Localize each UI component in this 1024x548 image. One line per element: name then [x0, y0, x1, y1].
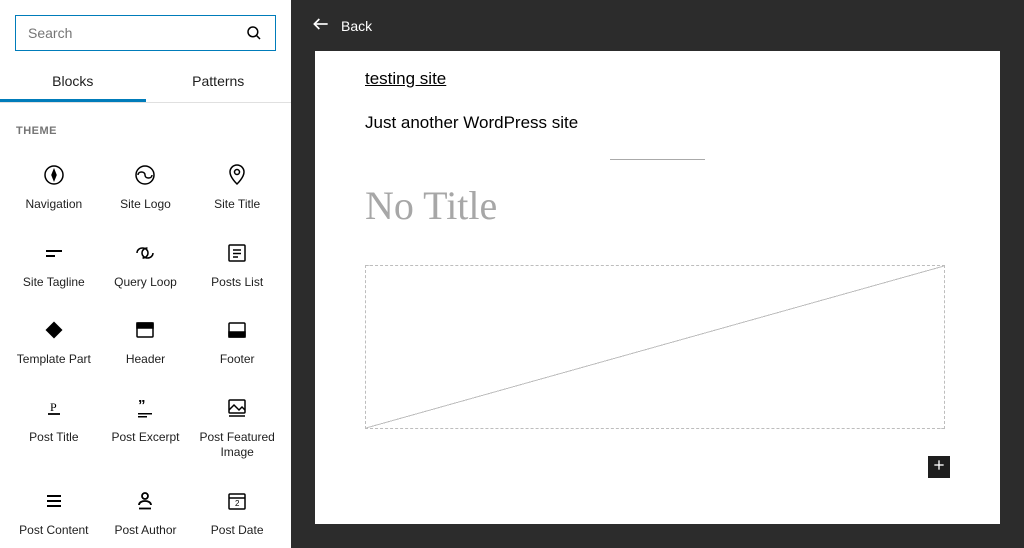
- featured-image-icon: [225, 396, 249, 420]
- block-label: Post Content: [19, 523, 88, 539]
- post-title-icon: P: [42, 396, 66, 420]
- block-label: Header: [126, 352, 165, 368]
- block-inserter-sidebar: Blocks Patterns THEME Navigation Site Log…: [0, 0, 291, 548]
- template-part-icon: [42, 318, 66, 342]
- add-block-button[interactable]: [928, 456, 950, 478]
- site-title-link[interactable]: testing site: [365, 69, 950, 89]
- posts-list-icon: [225, 241, 249, 265]
- block-item-site-title[interactable]: Site Title: [191, 149, 283, 227]
- canvas-wrapper: testing site Just another WordPress site…: [291, 51, 1024, 548]
- block-item-post-date[interactable]: 2 Post Date: [191, 475, 283, 548]
- block-item-template-part[interactable]: Template Part: [8, 304, 100, 382]
- svg-text:P: P: [50, 400, 57, 414]
- block-label: Navigation: [25, 197, 82, 213]
- back-button[interactable]: Back: [311, 14, 372, 37]
- block-label: Post Author: [114, 523, 176, 539]
- block-item-posts-list[interactable]: Posts List: [191, 227, 283, 305]
- block-label: Post Excerpt: [111, 430, 179, 446]
- block-item-navigation[interactable]: Navigation: [8, 149, 100, 227]
- editor-canvas[interactable]: testing site Just another WordPress site…: [315, 51, 1000, 524]
- calendar-icon: 2: [225, 489, 249, 513]
- block-label: Posts List: [211, 275, 263, 291]
- block-label: Query Loop: [114, 275, 177, 291]
- featured-image-placeholder[interactable]: [365, 265, 945, 429]
- block-item-post-excerpt[interactable]: ” Post Excerpt: [100, 382, 192, 475]
- divider: [610, 159, 705, 160]
- block-label: Site Logo: [120, 197, 171, 213]
- svg-text:2: 2: [235, 499, 240, 508]
- tab-patterns[interactable]: Patterns: [146, 63, 292, 102]
- logo-circle-icon: [133, 163, 157, 187]
- post-title-placeholder[interactable]: No Title: [365, 182, 950, 229]
- inserter-tabs: Blocks Patterns: [0, 63, 291, 103]
- editor-main: Back testing site Just another WordPress…: [291, 0, 1024, 548]
- block-item-post-title[interactable]: P Post Title: [8, 382, 100, 475]
- block-item-query-loop[interactable]: Query Loop: [100, 227, 192, 305]
- block-label: Site Title: [214, 197, 260, 213]
- block-label: Footer: [220, 352, 255, 368]
- map-pin-icon: [225, 163, 249, 187]
- block-item-header[interactable]: Header: [100, 304, 192, 382]
- search-icon: [245, 24, 263, 42]
- block-item-post-content[interactable]: Post Content: [8, 475, 100, 548]
- loop-icon: [133, 241, 157, 265]
- plus-icon: [931, 457, 947, 478]
- block-label: Post Title: [29, 430, 78, 446]
- block-item-footer[interactable]: Footer: [191, 304, 283, 382]
- tagline-icon: [42, 241, 66, 265]
- block-item-post-featured-image[interactable]: Post Featured Image: [191, 382, 283, 475]
- block-grid: Navigation Site Logo Site Title Site Taglin…: [8, 149, 283, 548]
- search-box[interactable]: [15, 15, 276, 51]
- block-label: Site Tagline: [23, 275, 85, 291]
- author-icon: [133, 489, 157, 513]
- blocks-panel: THEME Navigation Site Logo Site Title Site …: [0, 103, 291, 548]
- post-content-icon: [42, 489, 66, 513]
- block-item-site-logo[interactable]: Site Logo: [100, 149, 192, 227]
- arrow-left-icon: [311, 14, 331, 37]
- block-item-post-author[interactable]: Post Author: [100, 475, 192, 548]
- header-icon: [133, 318, 157, 342]
- compass-icon: [42, 163, 66, 187]
- section-title-theme: THEME: [8, 103, 283, 149]
- block-label: Template Part: [17, 352, 91, 368]
- tab-blocks[interactable]: Blocks: [0, 63, 146, 102]
- block-label: Post Featured Image: [195, 430, 279, 461]
- editor-topbar: Back: [291, 0, 1024, 51]
- svg-text:”: ”: [138, 397, 146, 414]
- footer-icon: [225, 318, 249, 342]
- quote-icon: ”: [133, 396, 157, 420]
- back-label: Back: [341, 18, 372, 34]
- block-item-site-tagline[interactable]: Site Tagline: [8, 227, 100, 305]
- search-container: [0, 0, 291, 63]
- site-tagline-text: Just another WordPress site: [365, 113, 950, 133]
- search-input[interactable]: [28, 25, 245, 41]
- block-label: Post Date: [211, 523, 264, 539]
